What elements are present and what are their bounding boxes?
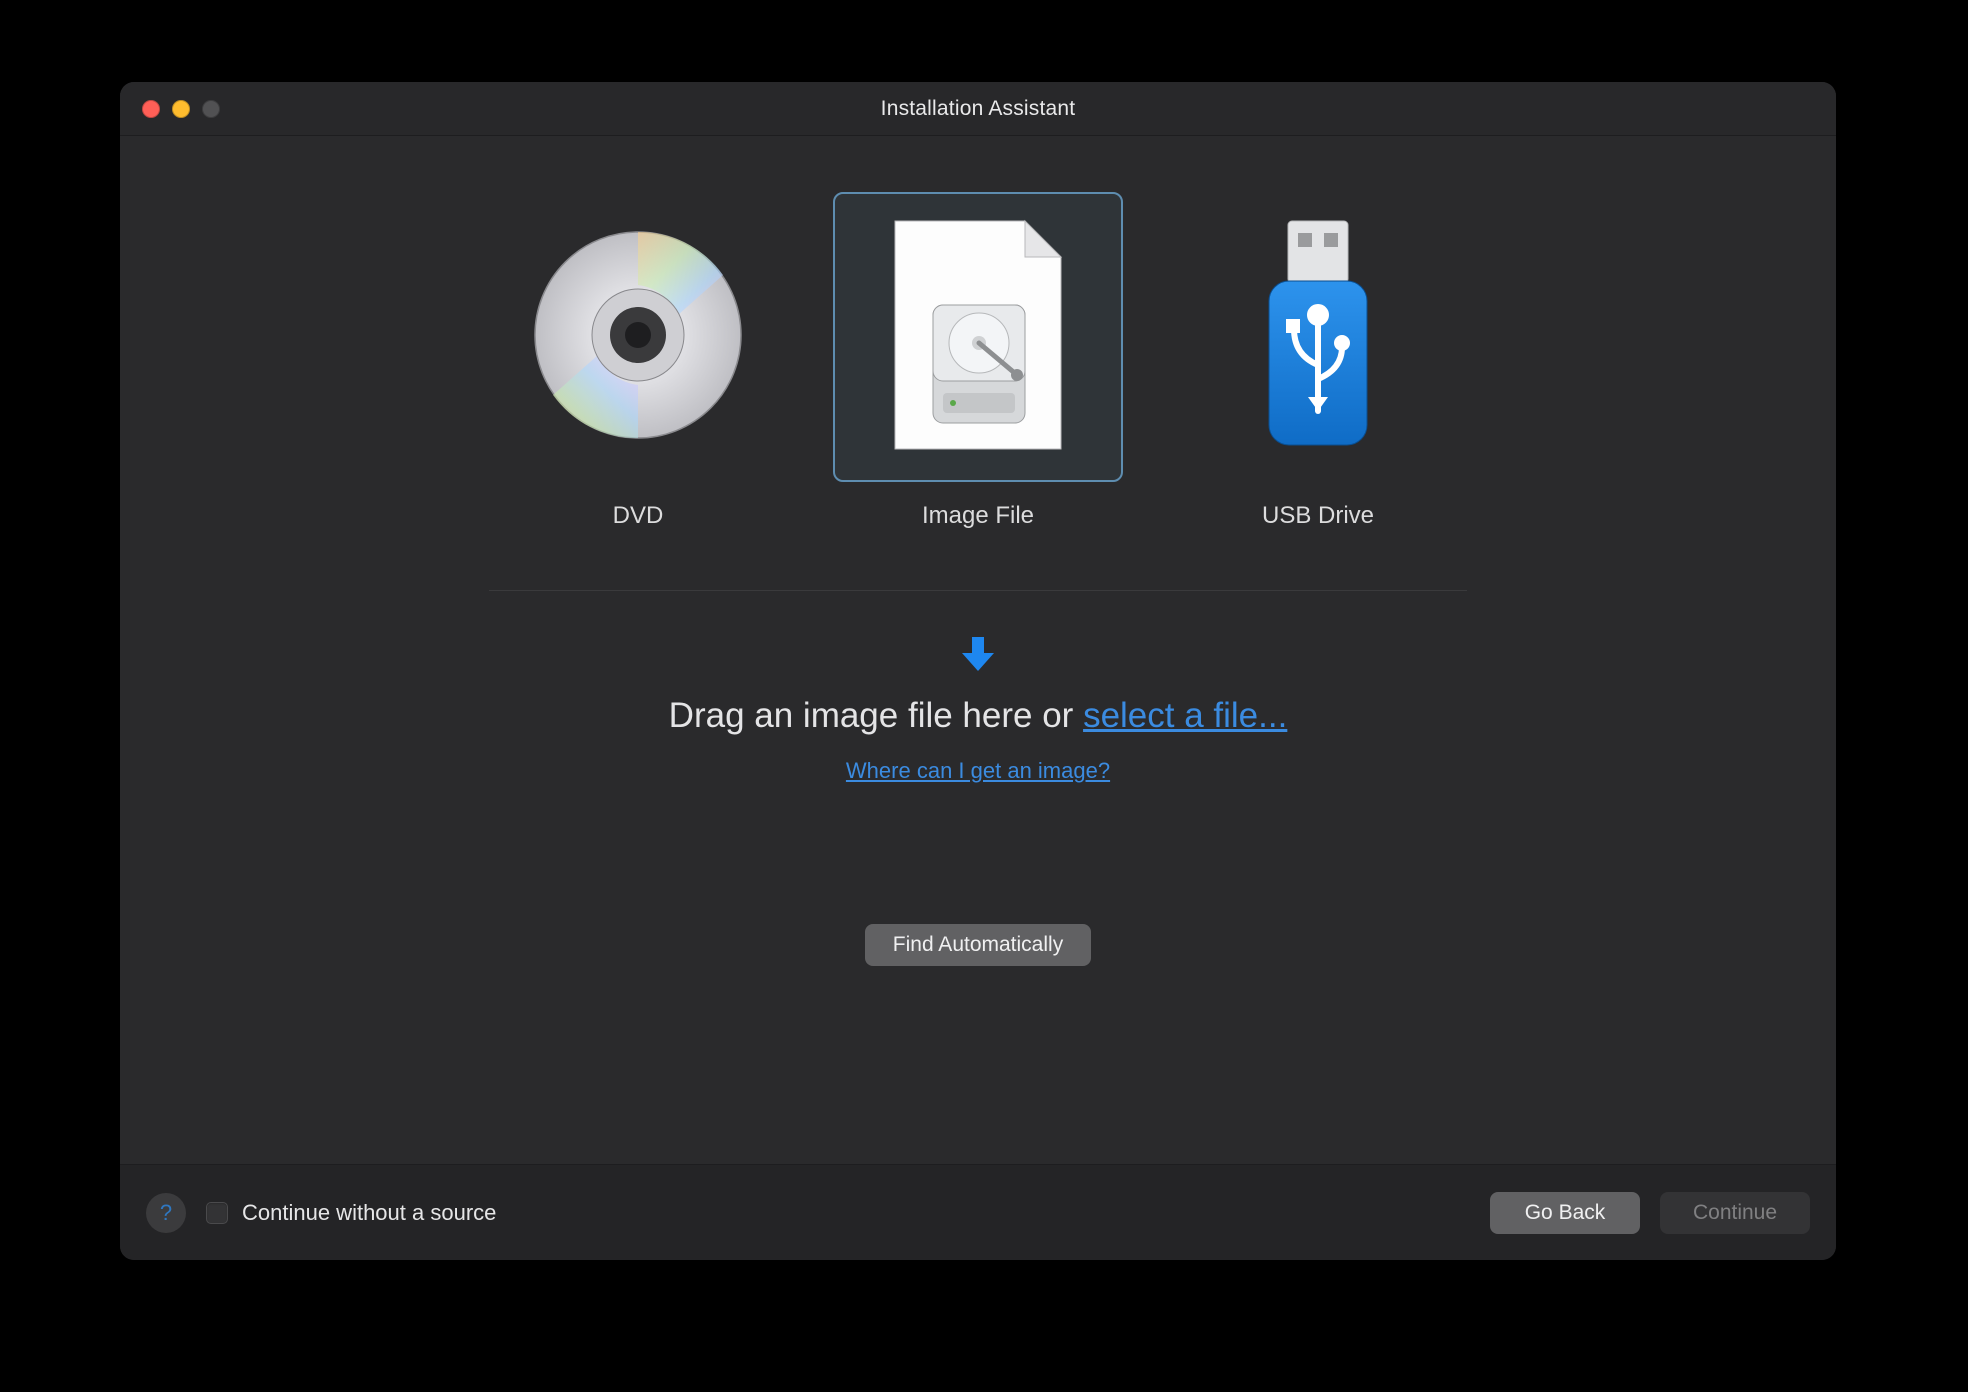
go-back-button[interactable]: Go Back <box>1490 1192 1640 1234</box>
image-file-icon <box>883 215 1073 460</box>
source-option-dvd[interactable]: DVD <box>493 192 783 530</box>
source-tile-dvd <box>493 192 783 482</box>
source-label-usb-drive: USB Drive <box>1262 502 1374 530</box>
content: DVD <box>120 136 1836 1164</box>
zoom-window-button[interactable] <box>202 100 220 118</box>
divider <box>489 590 1467 591</box>
dvd-icon <box>528 225 748 450</box>
continue-without-source-label: Continue without a source <box>242 1200 496 1226</box>
minimize-window-button[interactable] <box>172 100 190 118</box>
drop-area[interactable]: Drag an image file here or select a file… <box>669 633 1288 784</box>
usb-drive-icon <box>1253 215 1383 460</box>
footer: ? Continue without a source Go Back Cont… <box>120 1164 1836 1260</box>
window: Installation Assistant <box>120 82 1836 1260</box>
source-tile-usb-drive <box>1173 192 1463 482</box>
help-button[interactable]: ? <box>146 1193 186 1233</box>
continue-without-source-checkbox[interactable] <box>206 1202 228 1224</box>
continue-button: Continue <box>1660 1192 1810 1234</box>
window-title: Installation Assistant <box>120 97 1836 121</box>
window-controls <box>142 100 220 118</box>
source-label-image-file: Image File <box>922 502 1034 530</box>
source-picker: DVD <box>493 192 1463 530</box>
arrow-down-icon <box>957 633 999 680</box>
close-window-button[interactable] <box>142 100 160 118</box>
select-file-link[interactable]: select a file... <box>1083 696 1287 735</box>
help-icon: ? <box>160 1200 172 1226</box>
source-option-usb-drive[interactable]: USB Drive <box>1173 192 1463 530</box>
find-automatically-button[interactable]: Find Automatically <box>865 924 1091 966</box>
source-option-image-file[interactable]: Image File <box>833 192 1123 530</box>
drag-prompt-text: Drag an image file here or <box>669 696 1083 735</box>
continue-without-source-row[interactable]: Continue without a source <box>206 1200 496 1226</box>
where-get-image-link[interactable]: Where can I get an image? <box>846 758 1110 784</box>
titlebar: Installation Assistant <box>120 82 1836 136</box>
drag-prompt: Drag an image file here or select a file… <box>669 696 1288 736</box>
source-label-dvd: DVD <box>613 502 664 530</box>
source-tile-image-file <box>833 192 1123 482</box>
